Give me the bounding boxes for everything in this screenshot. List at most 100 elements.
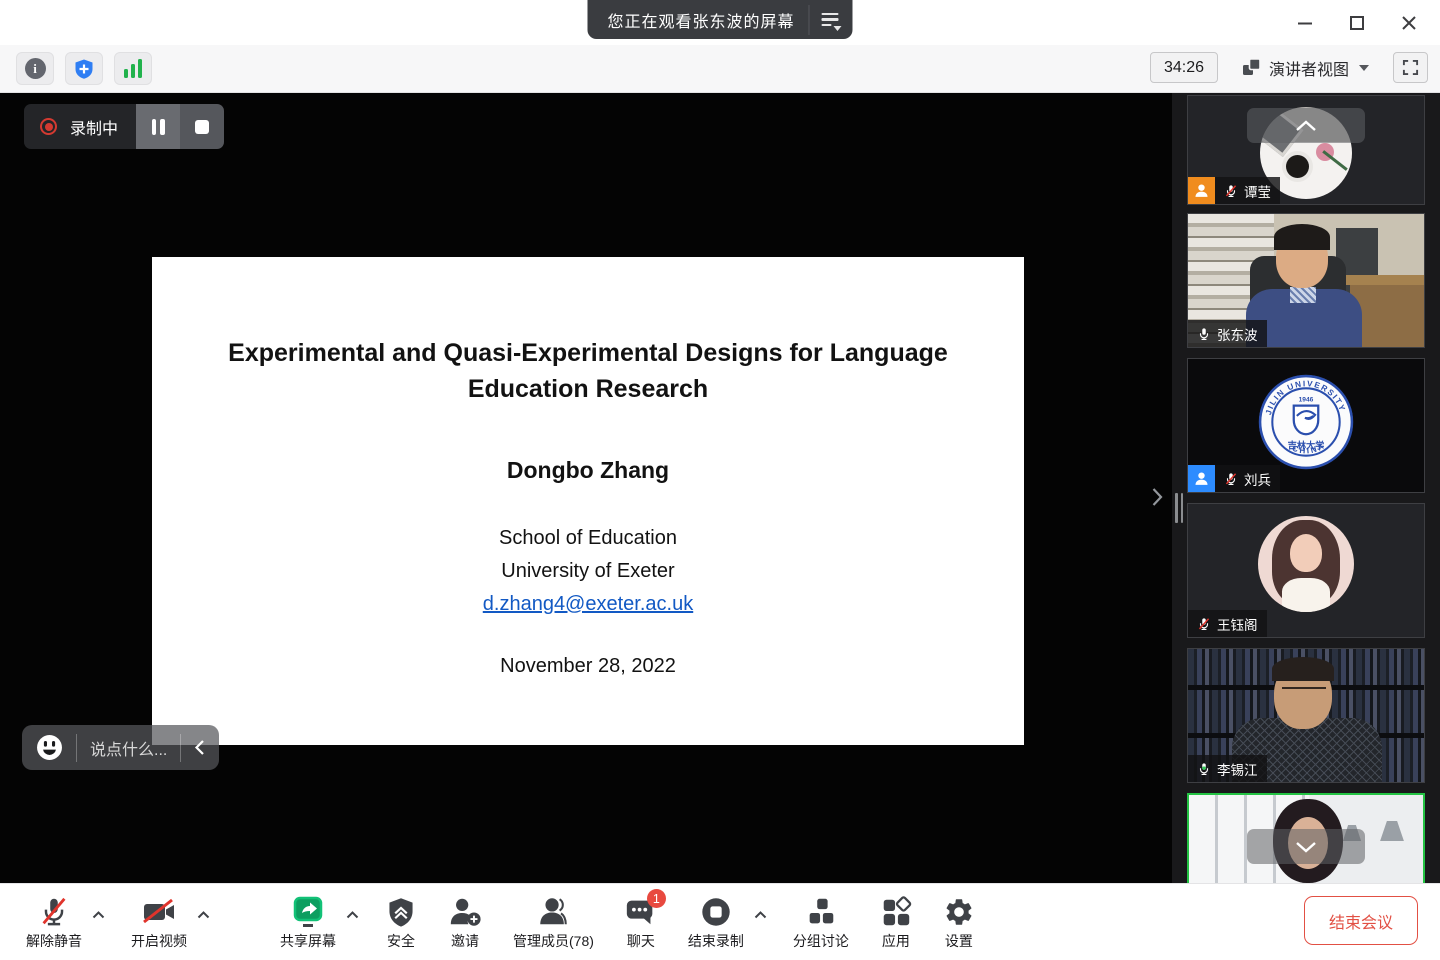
breakout-rooms-button[interactable]: 分组讨论 bbox=[783, 887, 859, 957]
apps-label: 应用 bbox=[882, 931, 910, 951]
collapse-chat-chevron-icon[interactable] bbox=[194, 739, 205, 756]
info-icon: i bbox=[25, 58, 46, 79]
audio-options-chevron[interactable] bbox=[92, 911, 105, 919]
speaking-mic-icon bbox=[1197, 762, 1211, 776]
slide-org-line1: School of Education bbox=[152, 522, 1024, 555]
svg-text:吉林大学: 吉林大学 bbox=[1288, 440, 1325, 451]
stop-recording-label: 结束录制 bbox=[688, 931, 744, 951]
apps-button[interactable]: 应用 bbox=[869, 887, 923, 957]
muted-mic-icon bbox=[1197, 617, 1211, 631]
guest-badge bbox=[1188, 177, 1215, 204]
share-options-chevron[interactable] bbox=[346, 911, 359, 919]
muted-mic-icon bbox=[1224, 184, 1238, 198]
chat-label: 聊天 bbox=[627, 931, 655, 951]
window-controls bbox=[1292, 0, 1430, 45]
participants-panel: 谭莹 张东波 bbox=[1172, 93, 1440, 883]
signal-bars-icon bbox=[124, 59, 143, 78]
slide-author: Dongbo Zhang bbox=[152, 457, 1024, 484]
person-icon bbox=[1193, 470, 1210, 487]
shield-plus-icon bbox=[73, 58, 95, 80]
chevron-down-icon bbox=[1359, 65, 1369, 71]
recording-dot-icon bbox=[40, 118, 57, 135]
meeting-info-button[interactable]: i bbox=[16, 52, 54, 85]
participant-tile-zhangdongbo[interactable]: 张东波 bbox=[1187, 213, 1425, 348]
hide-thumbnails-button[interactable] bbox=[1247, 829, 1365, 864]
apps-grid-icon bbox=[879, 894, 913, 930]
shared-screen-stage: 录制中 Experimental and Quasi-Experimental … bbox=[0, 93, 1172, 883]
participant-tile-active-speaker[interactable] bbox=[1187, 793, 1425, 883]
meeting-app-window: 您正在观看张东波的屏幕 i bbox=[0, 0, 1440, 960]
meeting-timer: 34:26 bbox=[1150, 52, 1218, 83]
security-label: 安全 bbox=[387, 931, 415, 951]
unmute-label: 解除静音 bbox=[26, 931, 82, 951]
svg-text:1946: 1946 bbox=[1299, 397, 1314, 404]
share-screen-icon bbox=[290, 894, 326, 930]
hide-panel-chevron[interactable] bbox=[1146, 485, 1168, 509]
guest-badge bbox=[1188, 465, 1215, 492]
stop-recording-toolbar-button[interactable]: 结束录制 bbox=[678, 887, 754, 957]
university-logo: JILIN UNIVERSITY CHINA 1946 吉林大学 bbox=[1257, 373, 1355, 471]
pause-recording-button[interactable] bbox=[136, 104, 180, 149]
participant-tile-wangyuge[interactable]: 王钰阁 bbox=[1187, 503, 1425, 638]
start-video-button[interactable]: 开启视频 bbox=[121, 887, 197, 957]
invite-button[interactable]: 邀请 bbox=[437, 887, 493, 957]
participant-name: 张东波 bbox=[1217, 324, 1258, 344]
maximize-icon[interactable] bbox=[1344, 10, 1370, 36]
screen-share-title: 您正在观看张东波的屏幕 bbox=[607, 8, 794, 32]
unmute-button[interactable]: 解除静音 bbox=[16, 887, 92, 957]
participant-name: 李锡江 bbox=[1217, 759, 1258, 779]
share-screen-button[interactable]: 共享屏幕 bbox=[270, 887, 346, 957]
person-icon bbox=[1193, 182, 1210, 199]
invite-person-icon bbox=[447, 894, 483, 930]
encryption-button[interactable] bbox=[65, 52, 103, 85]
participant-tile-liubing[interactable]: JILIN UNIVERSITY CHINA 1946 吉林大学 bbox=[1187, 358, 1425, 493]
share-options-menu-icon[interactable] bbox=[809, 5, 843, 35]
meeting-info-bar: i 34:26 演讲者视图 bbox=[0, 45, 1440, 93]
muted-mic-icon bbox=[1224, 472, 1238, 486]
camera-off-icon bbox=[141, 894, 177, 930]
minimize-icon[interactable] bbox=[1292, 10, 1318, 36]
end-meeting-button[interactable]: 结束会议 bbox=[1304, 896, 1418, 945]
presentation-slide: Experimental and Quasi-Experimental Desi… bbox=[152, 257, 1024, 745]
meeting-toolbar: 解除静音 开启视频 bbox=[0, 883, 1440, 960]
stop-recording-button[interactable] bbox=[180, 104, 224, 149]
breakout-rooms-icon bbox=[804, 894, 838, 930]
collapse-thumbnails-button[interactable] bbox=[1247, 108, 1365, 143]
share-screen-label: 共享屏幕 bbox=[280, 931, 336, 951]
stop-record-icon bbox=[699, 894, 733, 930]
settings-button[interactable]: 设置 bbox=[933, 887, 985, 957]
muted-microphone-icon bbox=[37, 894, 71, 930]
recording-options-chevron[interactable] bbox=[754, 911, 767, 919]
chat-input[interactable]: 说点什么... bbox=[90, 736, 167, 760]
manage-participants-button[interactable]: 管理成员(78) bbox=[503, 887, 604, 957]
slide-email-link[interactable]: d.zhang4@exeter.ac.uk bbox=[483, 593, 693, 615]
mic-icon bbox=[1197, 327, 1211, 341]
fullscreen-button[interactable] bbox=[1393, 52, 1428, 83]
participants-icon bbox=[535, 894, 571, 930]
network-quality-button[interactable] bbox=[114, 52, 152, 85]
participant-tile-tanying[interactable]: 谭莹 bbox=[1187, 95, 1425, 205]
view-mode-label: 演讲者视图 bbox=[1269, 56, 1349, 80]
participant-tile-lixijiang[interactable]: 李锡江 bbox=[1187, 648, 1425, 783]
panel-resize-handle[interactable] bbox=[1175, 493, 1183, 523]
view-mode-button[interactable]: 演讲者视图 bbox=[1236, 52, 1375, 83]
video-options-chevron[interactable] bbox=[197, 911, 210, 919]
speaker-view-icon bbox=[1242, 58, 1261, 77]
invite-label: 邀请 bbox=[451, 931, 479, 951]
close-icon[interactable] bbox=[1396, 10, 1422, 36]
manage-participants-label: 管理成员(78) bbox=[513, 931, 594, 951]
chevron-up-icon bbox=[1295, 120, 1317, 132]
participant-name: 刘兵 bbox=[1244, 469, 1271, 489]
chevron-down-icon bbox=[1295, 841, 1317, 853]
security-button[interactable]: 安全 bbox=[375, 887, 427, 957]
start-video-label: 开启视频 bbox=[131, 931, 187, 951]
emoji-icon[interactable] bbox=[36, 734, 63, 761]
chat-button[interactable]: 聊天 1 bbox=[614, 887, 668, 957]
quick-chat-bar: 说点什么... bbox=[22, 725, 219, 770]
window-titlebar: 您正在观看张东波的屏幕 bbox=[0, 0, 1440, 45]
avatar bbox=[1258, 516, 1354, 612]
chat-unread-badge: 1 bbox=[647, 889, 666, 908]
screen-share-banner: 您正在观看张东波的屏幕 bbox=[587, 0, 852, 39]
settings-label: 设置 bbox=[945, 931, 973, 951]
fullscreen-icon bbox=[1402, 59, 1419, 76]
